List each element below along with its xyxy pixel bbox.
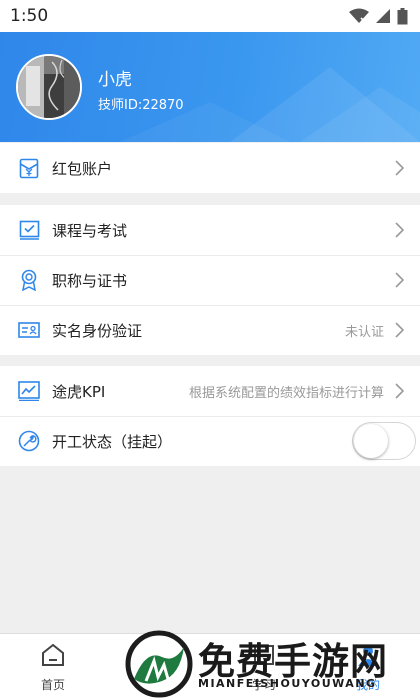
chevron-right-icon [395, 272, 404, 288]
work-status-toggle[interactable] [352, 422, 416, 460]
toggle-knob [354, 424, 388, 458]
id-card-icon [18, 319, 40, 341]
tab-label: 首页 [40, 678, 65, 692]
tab-home[interactable]: 首页 [13, 642, 93, 693]
menu-item-identity-verification[interactable]: 实名身份验证 未认证 [0, 305, 420, 355]
battery-icon [397, 7, 408, 24]
menu-item-label: 红包账户 [52, 159, 113, 178]
chevron-right-icon [395, 322, 404, 338]
chevron-right-icon [395, 222, 404, 238]
home-icon [42, 643, 64, 666]
menu-item-label: 途虎KPI [52, 382, 106, 401]
menu-item-work-status: 开工状态（挂起） [0, 416, 420, 466]
verification-status: 未认证 [344, 324, 384, 340]
avatar[interactable] [16, 54, 82, 120]
wrench-icon [18, 430, 40, 452]
status-bar: 1:50 [0, 0, 420, 32]
watermark-logo [125, 630, 193, 698]
section-learning: 课程与考试 职称与证书 实名身份验证 未认证 [0, 205, 420, 355]
user-name: 小虎 [98, 70, 132, 90]
certificate-icon [18, 269, 40, 291]
profile-header: 小虎 技师ID:22870 [0, 32, 420, 142]
status-icons [349, 7, 408, 25]
menu-item-label: 职称与证书 [52, 271, 128, 290]
section-work: 途虎KPI 根据系统配置的绩效指标进行计算 开工状态（挂起） [0, 366, 420, 466]
menu-item-certificate[interactable]: 职称与证书 [0, 255, 420, 305]
status-time: 1:50 [10, 6, 49, 26]
menu-item-label: 实名身份验证 [52, 321, 143, 340]
kpi-chart-icon [18, 380, 40, 402]
technician-id: 技师ID:22870 [98, 98, 184, 113]
chevron-right-icon [395, 160, 404, 176]
menu-item-label: 开工状态（挂起） [52, 432, 173, 451]
menu-item-kpi[interactable]: 途虎KPI 根据系统配置的绩效指标进行计算 [0, 366, 420, 416]
cellular-signal-icon [376, 9, 390, 23]
red-envelope-icon [18, 157, 40, 179]
wifi-icon [349, 8, 369, 24]
watermark: 免费手游网 MIANFEISHOUYOUWANG [120, 627, 420, 700]
menu-item-label: 课程与考试 [52, 221, 128, 240]
menu-item-red-envelope[interactable]: 红包账户 [0, 143, 420, 193]
kpi-description: 根据系统配置的绩效指标进行计算 [188, 385, 384, 401]
menu-item-course-exam[interactable]: 课程与考试 [0, 205, 420, 255]
watermark-subtitle: MIANFEISHOUYOUWANG [198, 677, 377, 690]
section-account: 红包账户 [0, 143, 420, 193]
avatar-photo [18, 56, 80, 118]
chevron-right-icon [395, 383, 404, 399]
course-exam-icon [18, 219, 40, 241]
